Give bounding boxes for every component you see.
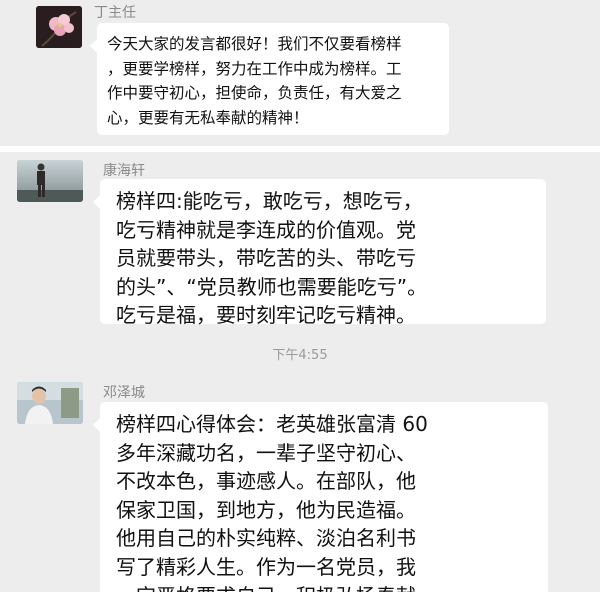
message-line: 员就要带头，带吃苦的头、带吃亏 <box>116 246 416 271</box>
person-portrait-icon <box>17 382 83 424</box>
message-line: 保家卫国，到地方，他为民造福。 <box>116 497 416 522</box>
message-line: 多年深藏功名，一辈子坚守初心、 <box>116 440 416 465</box>
flower-icon <box>36 6 82 48</box>
chat-panel-main: 康海轩 榜样四:能吃亏，敢吃亏，想吃亏， 吃亏精神就是李连成的价值观。党 员就要… <box>0 152 600 592</box>
sender-name: 丁主任 <box>94 5 136 21</box>
message-line: 一定严格要求自己，积极弘扬奉献 <box>116 582 428 592</box>
avatar[interactable] <box>36 6 82 48</box>
message-line: 写了精彩人生。作为一名党员，我 <box>116 554 416 579</box>
message-line: 作中要守初心，担使命，负责任，有大爱之 <box>107 84 402 102</box>
message-bubble[interactable]: 榜样四:能吃亏，敢吃亏，想吃亏， 吃亏精神就是李连成的价值观。党 员就要带头，带… <box>93 179 546 327</box>
message-line: 榜样四:能吃亏，敢吃亏，想吃亏， <box>116 189 423 213</box>
message-line: 不改本色，事迹感人。在部队，他 <box>116 469 416 494</box>
avatar[interactable] <box>17 160 83 202</box>
timestamp: 下午4:55 <box>272 348 328 363</box>
sender-name: 邓泽城 <box>103 385 145 401</box>
message-line: 心，更要有无私奉献的精神！ <box>107 108 309 127</box>
message-line: 的头”、“党员教师也需要能吃亏”。 <box>116 274 428 299</box>
message-line: 吃亏是福，要时刻牢记吃亏精神。 <box>116 303 416 328</box>
message-bubble[interactable]: 今天大家的发言都很好！我们不仅要看榜样 ，更要学榜样，努力在工作中成为榜样。工 … <box>90 23 449 135</box>
message-bubble[interactable]: 榜样四心得体会：老英雄张富清 60 多年深藏功名，一辈子坚守初心、 不改本色，事… <box>93 402 548 592</box>
message-line: ，更要学榜样，努力在工作中成为榜样。工 <box>107 59 402 78</box>
avatar[interactable] <box>17 382 83 424</box>
sender-name: 康海轩 <box>103 163 145 179</box>
person-standing-icon <box>17 160 83 202</box>
message-line: 吃亏精神就是李连成的价值观。党 <box>116 217 416 242</box>
message-line: 今天大家的发言都很好！我们不仅要看榜样 <box>107 35 402 53</box>
message-line: 他用自己的朴实纯粹、淡泊名利书 <box>116 526 416 551</box>
message-line: 榜样四心得体会：老英雄张富清 60 <box>116 412 428 436</box>
chat-panel-top: 丁主任 今天大家的发言都很好！我们不仅要看榜样 ，更要学榜样，努力在工作中成为榜… <box>0 0 600 146</box>
